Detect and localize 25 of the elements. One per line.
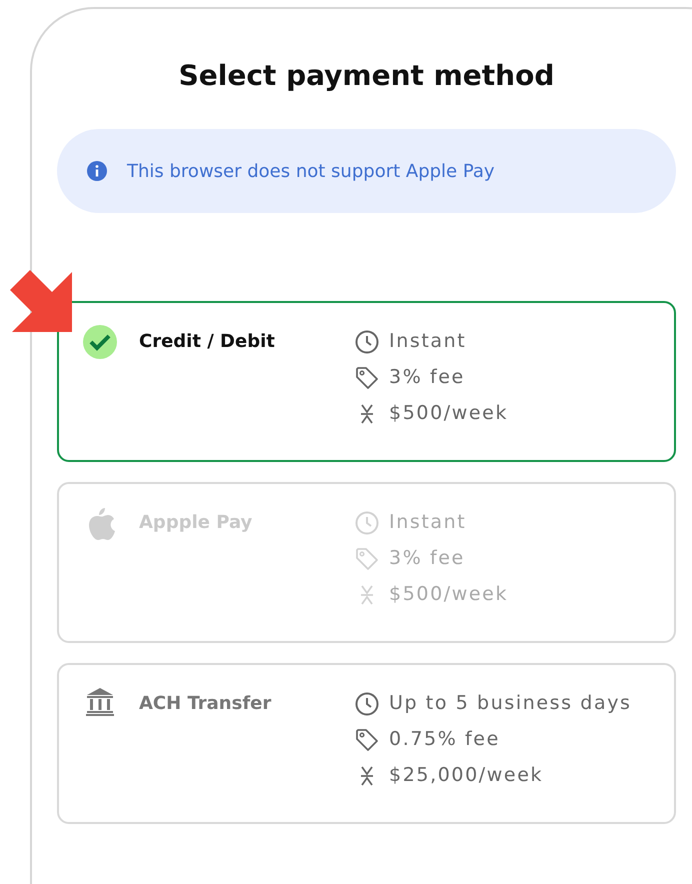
option-detail: $500/week <box>389 401 508 426</box>
pointer-arrow <box>10 270 74 334</box>
option-detail: $500/week <box>389 582 508 607</box>
payment-option[interactable]: Credit / Debit Instant 3% fee $500/week <box>57 301 676 462</box>
tag-icon <box>355 728 379 752</box>
tag-icon <box>355 366 379 390</box>
clock-icon <box>355 510 379 534</box>
option-detail: Instant <box>389 329 466 354</box>
bank-icon <box>85 687 115 717</box>
info-text: This browser does not support Apple Pay <box>127 160 495 182</box>
tag-icon <box>355 546 379 570</box>
option-detail: Instant <box>389 510 466 535</box>
option-detail: 0.75% fee <box>389 727 500 752</box>
option-detail: 3% fee <box>389 365 465 390</box>
option-name: Credit / Debit <box>139 330 275 352</box>
option-detail: $25,000/week <box>389 763 544 788</box>
option-name: ACH Transfer <box>139 692 272 714</box>
option-detail: 3% fee <box>389 546 465 571</box>
page-title: Select payment method <box>178 59 556 92</box>
option-detail: Up to 5 business days <box>389 691 632 716</box>
info-icon <box>87 161 107 181</box>
checkmark-icon <box>83 325 117 359</box>
clock-icon <box>355 330 379 354</box>
clock-icon <box>355 692 379 716</box>
payment-option[interactable]: ACH Transfer Up to 5 business days 0.75% fee $25,000/week <box>57 663 676 824</box>
